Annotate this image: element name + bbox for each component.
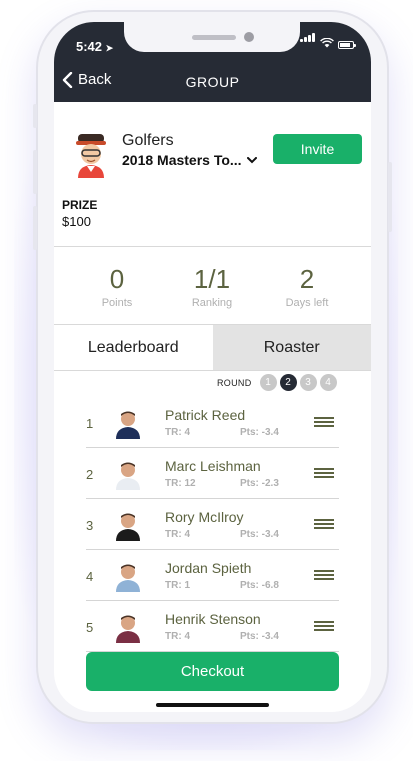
player-points: Pts: -2.3 xyxy=(240,478,279,489)
player-rank: 2 xyxy=(86,467,94,482)
stat-label: Points xyxy=(101,297,133,309)
stat-days-left: 2 Days left xyxy=(262,264,352,309)
stat-value: 0 xyxy=(109,264,125,294)
tab-leaderboard[interactable]: Leaderboard xyxy=(54,325,213,370)
player-rank: 4 xyxy=(86,569,94,584)
round-option-3[interactable]: 3 xyxy=(299,374,317,391)
round-option-1[interactable]: 1 xyxy=(259,374,277,391)
drag-handle-icon[interactable] xyxy=(314,519,334,529)
player-points: Pts: -3.4 xyxy=(240,631,279,642)
page-title: GROUP xyxy=(185,74,240,90)
player-points: Pts: -3.4 xyxy=(240,529,279,540)
group-type-label: Golfers xyxy=(122,132,174,149)
player-row[interactable]: 4 Jordan Spieth TR: 1 Pts: -6.8 xyxy=(86,550,339,601)
invite-button[interactable]: Invite xyxy=(273,134,362,164)
drag-handle-icon[interactable] xyxy=(314,468,334,478)
camera-lens xyxy=(244,32,254,42)
phone-notch xyxy=(124,22,300,52)
player-row[interactable]: 3 Rory McIlroy TR: 4 Pts: -3.4 xyxy=(86,499,339,550)
player-row[interactable]: 5 Henrik Stenson TR: 4 Pts: -3.4 xyxy=(86,601,339,652)
player-avatar xyxy=(116,564,140,592)
status-time-text: 5:42 xyxy=(76,39,103,54)
player-rank: 5 xyxy=(86,620,94,635)
home-indicator[interactable] xyxy=(156,703,269,707)
drag-handle-icon[interactable] xyxy=(314,417,334,427)
tab-roaster[interactable]: Roaster xyxy=(212,325,371,370)
player-avatar xyxy=(116,513,140,541)
stat-value: 1/1 xyxy=(193,264,231,294)
section-divider xyxy=(54,246,371,247)
player-name: Henrik Stenson xyxy=(165,611,261,627)
player-name: Rory McIlroy xyxy=(165,509,244,525)
tab-bar: Leaderboard Roaster xyxy=(54,324,371,371)
stat-ranking: 1/1 Ranking xyxy=(167,264,257,309)
prize-value: $100 xyxy=(62,214,91,229)
player-row[interactable]: 1 Patrick Reed TR: 4 Pts: -3.4 xyxy=(86,397,339,448)
phone-side-button xyxy=(33,206,37,250)
player-tournament-rank: TR: 4 xyxy=(165,427,190,438)
stat-label: Ranking xyxy=(191,297,233,309)
player-tournament-rank: TR: 12 xyxy=(165,478,196,489)
player-points: Pts: -3.4 xyxy=(240,427,279,438)
round-label: ROUND xyxy=(217,377,252,388)
wifi-icon xyxy=(320,38,334,48)
player-avatar xyxy=(116,411,140,439)
stat-points: 0 Points xyxy=(72,264,162,309)
drag-handle-icon[interactable] xyxy=(314,570,334,580)
stat-label: Days left xyxy=(285,297,329,309)
location-arrow-icon: ➤ xyxy=(105,43,114,53)
player-avatar xyxy=(116,615,140,643)
player-rank: 1 xyxy=(86,416,94,431)
player-rank: 3 xyxy=(86,518,94,533)
player-tournament-rank: TR: 1 xyxy=(165,580,190,591)
round-selector: ROUND 1 2 3 4 xyxy=(217,374,337,391)
player-name: Patrick Reed xyxy=(165,407,246,423)
battery-icon xyxy=(338,41,356,49)
status-time: 5:42 ➤ xyxy=(76,39,113,54)
round-option-2[interactable]: 2 xyxy=(279,374,297,391)
group-selector[interactable]: 2018 Masters To... xyxy=(122,152,257,168)
checkout-button[interactable]: Checkout xyxy=(86,652,339,691)
player-points: Pts: -6.8 xyxy=(240,580,279,591)
phone-side-button xyxy=(33,150,37,194)
player-name: Jordan Spieth xyxy=(165,560,252,576)
phone-side-button xyxy=(388,162,392,232)
round-option-4[interactable]: 4 xyxy=(319,374,337,391)
golfer-avatar xyxy=(76,134,106,178)
drag-handle-icon[interactable] xyxy=(314,621,334,631)
speaker-grille xyxy=(192,35,236,40)
player-avatar xyxy=(116,462,140,490)
phone-side-button xyxy=(33,104,37,128)
prize-label: PRIZE xyxy=(62,198,98,212)
player-tournament-rank: TR: 4 xyxy=(165,529,190,540)
group-name: 2018 Masters To... xyxy=(122,152,242,168)
player-tournament-rank: TR: 4 xyxy=(165,631,190,642)
player-name: Marc Leishman xyxy=(165,458,261,474)
chevron-down-icon xyxy=(246,156,257,163)
app-screen: 5:42 ➤ Back GROUP Golfers 2018 Masters T… xyxy=(54,22,371,712)
player-row[interactable]: 2 Marc Leishman TR: 12 Pts: -2.3 xyxy=(86,448,339,499)
stat-value: 2 xyxy=(299,264,315,294)
